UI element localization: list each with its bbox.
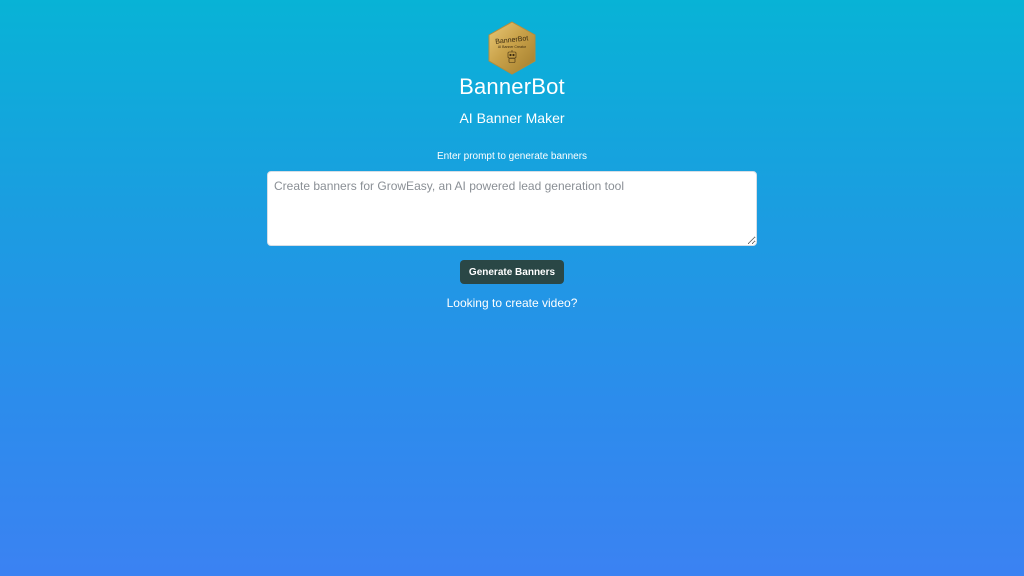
logo-subtext: AI Banner Creator [498,45,527,49]
app-root: BannerBot AI Banner Creator BannerBot AI… [0,0,1024,576]
app-subtitle: AI Banner Maker [459,110,565,126]
prompt-label: Enter prompt to generate banners [436,151,588,162]
prompt-input[interactable] [267,171,757,246]
create-video-link[interactable]: Looking to create video? [0,296,1024,311]
app-title: BannerBot [459,74,565,99]
bannerbot-logo: BannerBot AI Banner Creator [487,21,537,75]
generate-banners-button[interactable]: Generate Banners [460,260,564,284]
